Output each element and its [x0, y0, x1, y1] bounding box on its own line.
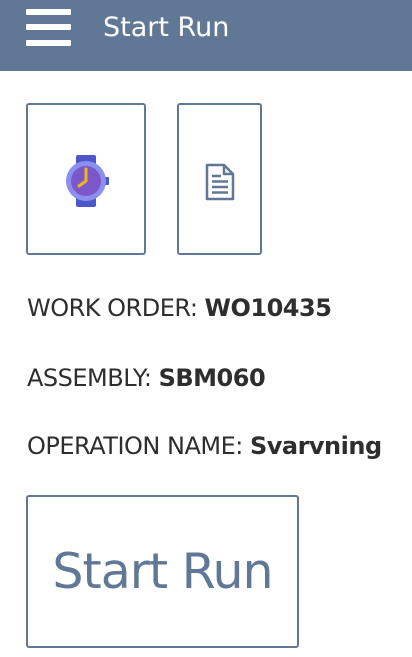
assembly-value: SBM060	[158, 364, 266, 392]
work-order-label: WORK ORDER:	[27, 294, 205, 322]
work-order-value: WO10435	[204, 294, 332, 322]
document-tile[interactable]	[177, 103, 262, 255]
assembly-label: ASSEMBLY:	[27, 364, 159, 392]
page-title: Start Run	[103, 12, 230, 43]
app-header: Start Run	[0, 0, 412, 71]
time-tracking-tile[interactable]	[26, 103, 146, 255]
assembly-line: ASSEMBLY: SBM060	[27, 363, 266, 393]
operation-line: OPERATION NAME: Svarvning	[27, 431, 382, 461]
watch-icon	[66, 155, 109, 207]
document-icon	[205, 163, 235, 201]
hamburger-menu-icon[interactable]	[26, 8, 72, 48]
operation-name-label: OPERATION NAME:	[27, 432, 250, 460]
work-order-line: WORK ORDER: WO10435	[27, 293, 332, 323]
start-run-button[interactable]: Start Run	[26, 495, 299, 648]
operation-name-value: Svarvning	[249, 432, 382, 460]
